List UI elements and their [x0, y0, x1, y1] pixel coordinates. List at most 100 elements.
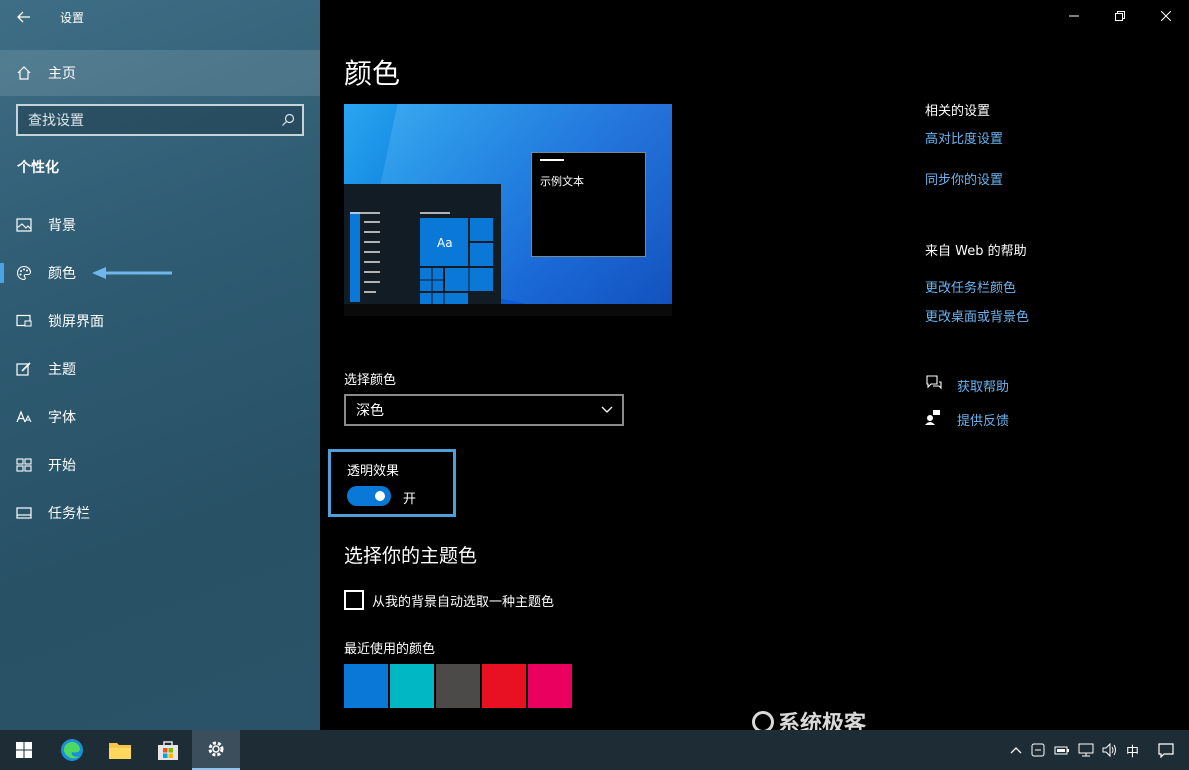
personalization-nav: 背景 颜色 锁屏界面 主题 字体 开始 任务栏 [0, 201, 320, 537]
change-background-color-link[interactable]: 更改桌面或背景色 [925, 306, 1165, 325]
sidebar-item-lock-screen[interactable]: 锁屏界面 [0, 297, 320, 345]
recent-colors [344, 664, 572, 708]
feedback-icon [925, 409, 957, 429]
sidebar-item-label: 任务栏 [48, 506, 90, 522]
color-swatch[interactable] [436, 664, 480, 708]
high-contrast-link[interactable]: 高对比度设置 [925, 128, 1165, 147]
sidebar-item-background[interactable]: 背景 [0, 201, 320, 249]
close-button[interactable] [1143, 0, 1189, 32]
color-swatch[interactable] [390, 664, 434, 708]
sidebar-item-taskbar[interactable]: 任务栏 [0, 489, 320, 537]
start-button[interactable] [0, 730, 48, 770]
file-explorer-icon [109, 743, 131, 759]
auto-accent-checkbox[interactable] [344, 590, 364, 610]
volume-button[interactable] [1098, 730, 1122, 770]
sidebar-item-themes[interactable]: 主题 [0, 345, 320, 393]
color-swatch[interactable] [344, 664, 388, 708]
search-placeholder: 查找设置 [28, 113, 84, 129]
palette-icon [0, 265, 48, 281]
section-title: 个性化 [17, 160, 59, 176]
tray-overflow-button[interactable] [1006, 730, 1026, 770]
auto-accent-label: 从我的背景自动选取一种主题色 [372, 594, 555, 610]
edge-button[interactable] [48, 730, 96, 770]
preview-start-menu: Aa [344, 184, 501, 304]
system-tray: 中 [1006, 730, 1189, 770]
window-controls [1051, 0, 1189, 32]
settings-taskbar-button[interactable] [192, 730, 240, 770]
edge-icon [61, 739, 83, 761]
sidebar-item-label: 主题 [48, 362, 76, 378]
title-bar: 设置 [0, 0, 320, 34]
toggle-knob [375, 491, 385, 501]
back-button[interactable] [0, 0, 48, 34]
minimize-icon [1069, 15, 1079, 17]
sidebar-item-label: 颜色 [48, 266, 76, 282]
theme-preview: Aa 示例文本 [344, 104, 672, 316]
settings-gear-icon [208, 741, 224, 757]
network-button[interactable] [1074, 730, 1098, 770]
back-arrow-icon [17, 11, 30, 23]
web-help-heading: 来自 Web 的帮助 [925, 244, 1027, 259]
sync-settings-link[interactable]: 同步你的设置 [925, 169, 1165, 188]
notification-icon [1158, 743, 1174, 758]
home-label: 主页 [48, 66, 76, 82]
color-mode-value: 深色 [356, 403, 384, 419]
tray-app-button[interactable] [1026, 730, 1050, 770]
accent-color-title: 选择你的主题色 [344, 545, 478, 567]
color-mode-dropdown[interactable]: 深色 [344, 394, 624, 426]
feedback-label: 提供反馈 [957, 413, 1010, 429]
transparency-toggle[interactable] [347, 486, 391, 506]
feedback-link[interactable]: 提供反馈 [925, 409, 1165, 429]
related-settings-heading: 相关的设置 [925, 104, 991, 119]
close-icon [1161, 11, 1171, 21]
restore-button[interactable] [1097, 0, 1143, 32]
chevron-down-icon [592, 406, 622, 414]
home-nav-item[interactable]: 主页 [0, 50, 320, 96]
sidebar-item-label: 锁屏界面 [48, 314, 104, 330]
sidebar-item-start[interactable]: 开始 [0, 441, 320, 489]
file-explorer-button[interactable] [96, 730, 144, 770]
settings-sidebar: 设置 主页 查找设置 个性化 背景 颜色 锁屏界面 主题 字体 开始 任务栏 [0, 0, 320, 730]
lock-screen-icon [0, 314, 48, 328]
picture-icon [0, 218, 48, 232]
choose-color-label: 选择颜色 [344, 373, 397, 388]
tray-app-icon [1031, 743, 1045, 757]
auto-accent-row[interactable]: 从我的背景自动选取一种主题色 [344, 590, 554, 610]
restore-icon [1115, 11, 1125, 21]
get-help-link[interactable]: 获取帮助 [925, 375, 1165, 395]
related-settings-panel: 相关的设置 高对比度设置 同步你的设置 来自 Web 的帮助 更改任务栏颜色 更… [925, 100, 1165, 429]
preview-window: 示例文本 [531, 152, 646, 257]
windows-taskbar: 中 [0, 730, 1189, 770]
get-help-label: 获取帮助 [957, 379, 1010, 395]
font-icon [0, 410, 48, 424]
battery-button[interactable] [1050, 730, 1074, 770]
sidebar-item-label: 背景 [48, 218, 76, 234]
search-icon [274, 113, 302, 127]
notification-center-button[interactable] [1143, 730, 1189, 770]
preview-taskbar [344, 304, 672, 316]
home-icon [0, 65, 48, 81]
network-icon [1078, 743, 1094, 757]
ime-indicator[interactable]: 中 [1122, 730, 1143, 770]
store-icon [158, 741, 178, 760]
recent-colors-label: 最近使用的颜色 [344, 642, 436, 657]
sidebar-item-fonts[interactable]: 字体 [0, 393, 320, 441]
help-chat-icon [925, 375, 957, 395]
color-swatch[interactable] [528, 664, 572, 708]
preview-sample-text: 示例文本 [540, 175, 584, 188]
battery-icon [1054, 746, 1069, 755]
preview-tile-text: Aa [437, 236, 453, 250]
change-taskbar-color-link[interactable]: 更改任务栏颜色 [925, 277, 1165, 296]
color-swatch[interactable] [482, 664, 526, 708]
page-title: 颜色 [344, 57, 401, 90]
search-input[interactable]: 查找设置 [16, 104, 304, 136]
transparency-highlight: 透明效果 开 [328, 449, 456, 517]
volume-icon [1102, 743, 1116, 757]
sidebar-item-label: 字体 [48, 410, 76, 426]
store-button[interactable] [144, 730, 192, 770]
windows-start-icon [16, 742, 32, 758]
transparency-label: 透明效果 [347, 464, 400, 479]
start-grid-icon [0, 458, 48, 472]
minimize-button[interactable] [1051, 0, 1097, 32]
chevron-up-icon [1010, 747, 1022, 754]
